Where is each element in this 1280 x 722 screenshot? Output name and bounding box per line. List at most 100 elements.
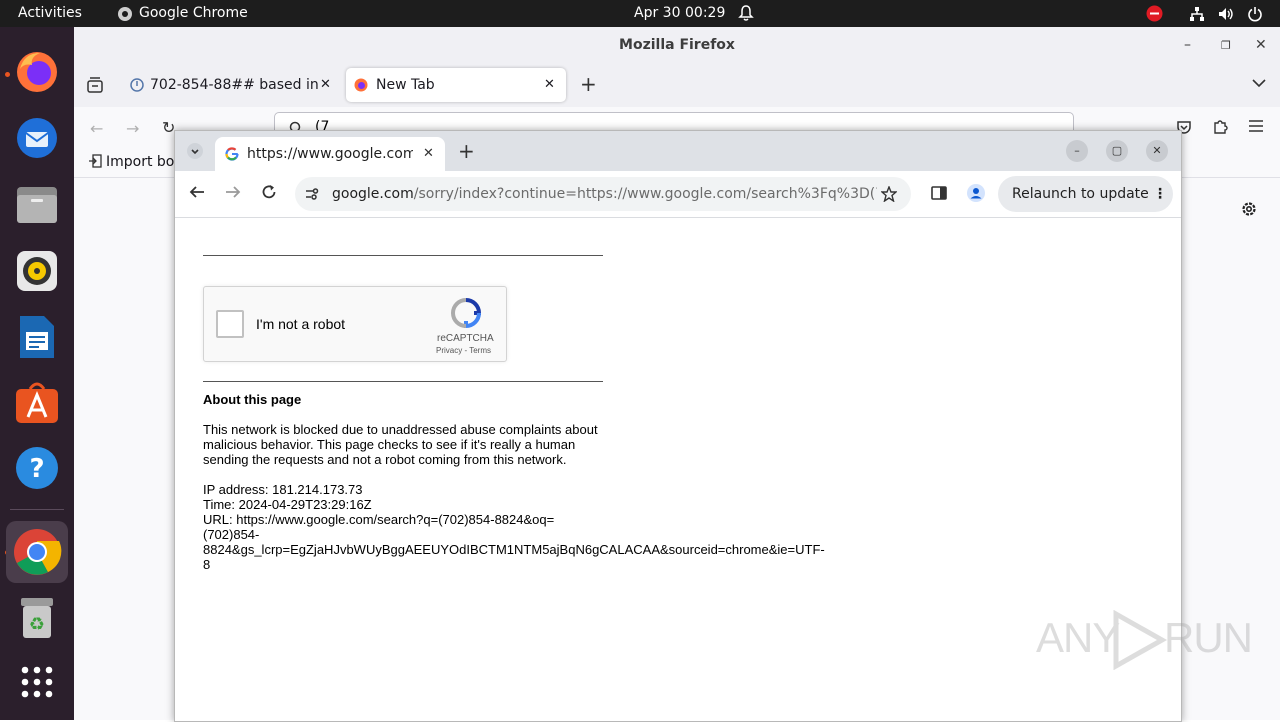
bookmark-star-icon[interactable] (881, 186, 897, 202)
system-top-bar: Activities Google Chrome Apr 30 00:29 (0, 0, 1280, 27)
recaptcha-terms-link[interactable]: Terms (469, 346, 491, 355)
maximize-icon[interactable]: ❐ (1221, 27, 1231, 64)
power-icon[interactable] (1247, 6, 1263, 22)
google-favicon-icon (225, 147, 239, 161)
divider (203, 255, 603, 256)
paragraph-line: malicious behavior. This page checks to … (203, 437, 576, 452)
about-heading: About this page (203, 392, 302, 407)
firefox-tab[interactable]: 702-854-88## based in L ✕ (120, 68, 340, 102)
recaptcha-label: I'm not a robot (256, 316, 346, 332)
tab-label: New Tab (376, 77, 435, 93)
list-all-tabs-icon[interactable] (1252, 78, 1266, 88)
ip-address: IP address: 181.214.173.73 (203, 482, 363, 497)
close-icon[interactable]: ✕ (1146, 140, 1168, 162)
recaptcha-separator: - (464, 346, 468, 355)
notification-bell-icon[interactable] (738, 5, 754, 22)
paragraph-line: sending the requests and not a robot com… (203, 452, 567, 467)
side-panel-icon[interactable] (931, 185, 947, 201)
more-menu-icon[interactable]: ⋮ (1153, 176, 1167, 212)
profile-avatar-icon[interactable] (967, 184, 985, 202)
dock: ? ♻ (0, 27, 74, 720)
watermark-text-left: ANY (1036, 614, 1120, 661)
reload-icon[interactable] (261, 184, 277, 200)
firefox-favicon-icon (354, 78, 368, 92)
app-menu-label[interactable]: Google Chrome (139, 5, 248, 21)
new-tab-icon[interactable]: + (580, 72, 597, 96)
relaunch-to-update-button[interactable]: Relaunch to update ⋮ (998, 176, 1173, 212)
import-bookmarks-link[interactable]: Import bo (106, 154, 174, 170)
url-line: 8824&gs_lcrp=EgZjaHJvbWUyBggAEEUYOdIBCTM… (203, 542, 825, 557)
close-icon[interactable]: ✕ (1255, 27, 1267, 64)
recaptcha-brand: reCAPTCHA (437, 333, 494, 344)
forward-icon[interactable] (225, 184, 241, 200)
tab-search-icon[interactable] (187, 143, 203, 159)
trash-icon[interactable]: ♻ (12, 593, 62, 643)
url-line: (702)854- (203, 527, 260, 542)
tab-close-icon[interactable]: ✕ (320, 68, 331, 102)
svg-text:♻: ♻ (29, 614, 45, 635)
watermark-play-icon (1110, 610, 1168, 670)
firefox-tab-active[interactable]: New Tab ✕ (346, 68, 566, 102)
settings-gear-icon[interactable] (1240, 200, 1258, 218)
recording-indicator-icon[interactable] (1146, 5, 1163, 22)
chrome-tab-strip: https://www.google.com ✕ + – ▢ ✕ (175, 131, 1181, 171)
tab-list-icon[interactable] (86, 76, 104, 94)
firefox-icon[interactable] (12, 47, 62, 97)
firefox-title-bar: Mozilla Firefox – ❐ ✕ (74, 27, 1280, 65)
firefox-window-title: Mozilla Firefox (619, 37, 735, 53)
libreoffice-writer-icon[interactable] (12, 312, 62, 362)
recaptcha-widget: I'm not a robot reCAPTCHA Privacy - Term… (203, 286, 507, 362)
recaptcha-privacy-link[interactable]: Privacy (436, 346, 462, 355)
recaptcha-checkbox[interactable] (216, 310, 244, 338)
maximize-icon[interactable]: ▢ (1106, 140, 1128, 162)
tab-close-icon[interactable]: ✕ (544, 68, 555, 102)
thunderbird-icon[interactable] (12, 113, 62, 163)
network-icon[interactable] (1189, 6, 1205, 22)
chrome-window: https://www.google.com ✕ + – ▢ ✕ google.… (174, 130, 1182, 722)
relaunch-label: Relaunch to update (1012, 186, 1149, 202)
back-icon[interactable] (189, 184, 205, 200)
running-indicator (5, 72, 10, 77)
url-line: 8 (203, 557, 211, 572)
files-icon[interactable] (12, 180, 62, 230)
watermark-text-right: RUN (1164, 614, 1253, 661)
paragraph-line: This network is blocked due to unaddress… (203, 422, 598, 437)
url-domain: google.com (332, 186, 414, 202)
activities-button[interactable]: Activities (18, 5, 82, 21)
svg-text:?: ? (29, 454, 44, 484)
extensions-icon[interactable] (1212, 118, 1228, 134)
chrome-tab-label: https://www.google.com (247, 146, 413, 162)
app-center-icon[interactable] (12, 377, 62, 427)
clock-date[interactable]: Apr 30 (634, 5, 680, 21)
menu-icon[interactable] (1248, 119, 1264, 133)
url-path: /sorry/index?continue=https://www.google… (413, 186, 877, 202)
site-info-icon[interactable] (305, 187, 319, 201)
import-icon (88, 154, 102, 168)
minimize-icon[interactable]: – (1184, 27, 1191, 64)
tab-favicon-icon (130, 78, 144, 92)
volume-icon[interactable] (1218, 6, 1234, 22)
anyrun-watermark: ANY RUN (1036, 610, 1253, 670)
chrome-omnibox[interactable]: google.com/sorry/index?continue=https://… (295, 177, 911, 211)
clock-time[interactable]: 00:29 (685, 5, 725, 21)
chrome-toolbar: google.com/sorry/index?continue=https://… (175, 171, 1181, 218)
show-apps-icon[interactable] (12, 657, 62, 707)
help-icon[interactable]: ? (12, 443, 62, 493)
minimize-icon[interactable]: – (1066, 140, 1088, 162)
dock-separator (10, 509, 64, 510)
tab-label: 702-854-88## based in L (150, 77, 318, 93)
tab-close-icon[interactable]: ✕ (423, 137, 434, 171)
chrome-tab[interactable]: https://www.google.com ✕ (215, 137, 445, 171)
recaptcha-logo-icon (450, 297, 482, 329)
divider (203, 381, 603, 382)
back-icon[interactable]: ← (90, 119, 103, 138)
chrome-icon[interactable] (6, 521, 68, 583)
new-tab-icon[interactable]: + (458, 139, 475, 163)
timestamp: Time: 2024-04-29T23:29:16Z (203, 497, 372, 512)
url-line: URL: https://www.google.com/search?q=(70… (203, 512, 555, 527)
rhythmbox-icon[interactable] (12, 246, 62, 296)
firefox-tab-strip: 702-854-88## based in L ✕ New Tab ✕ + (74, 64, 1280, 108)
chrome-app-icon (117, 6, 133, 22)
forward-icon[interactable]: → (126, 119, 139, 138)
google-sorry-page: I'm not a robot reCAPTCHA Privacy - Term… (175, 218, 1181, 721)
